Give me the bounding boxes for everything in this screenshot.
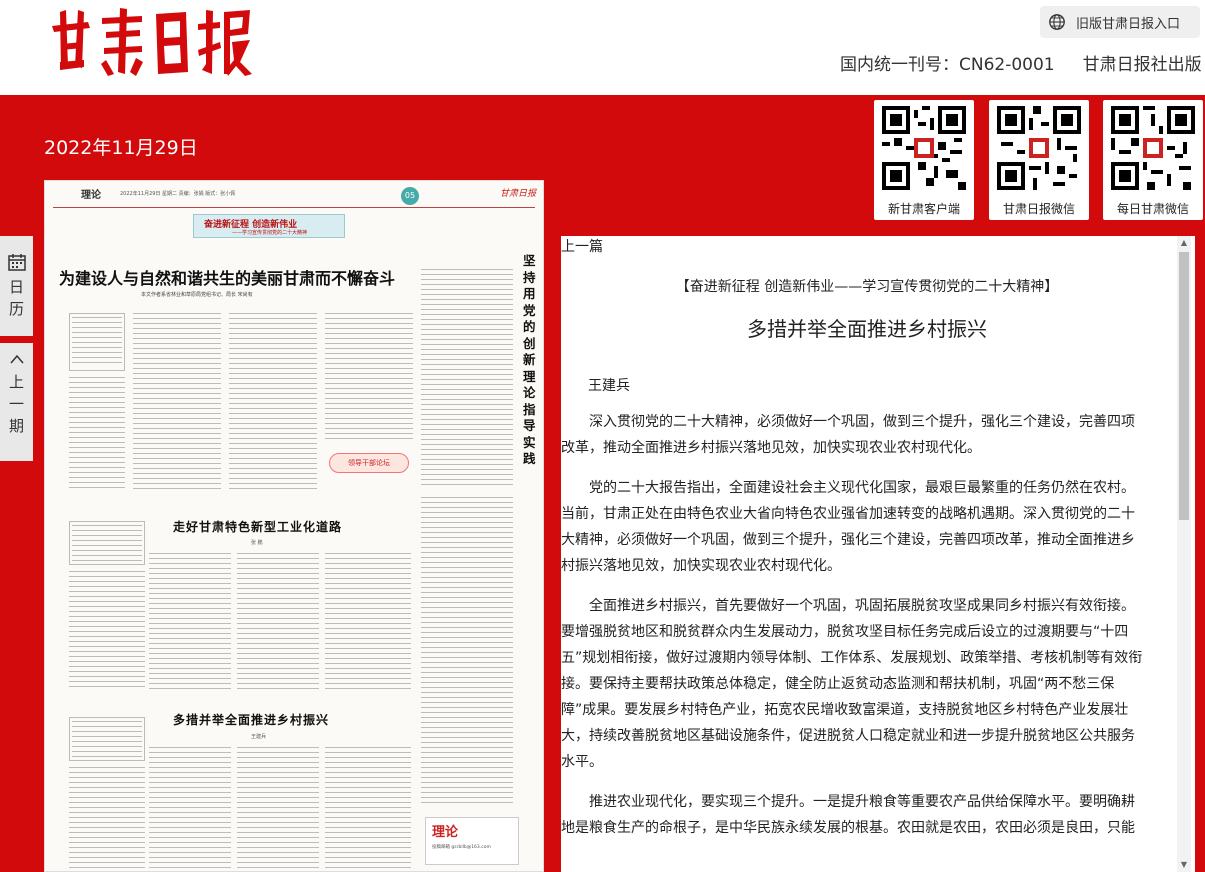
article-paragraph: 推进农业现代化，要实现三个提升。一是提升粮食等重要农产品供给保障水平。要明确耕地… — [561, 794, 1135, 836]
byline-article-3: 王建兵 — [251, 734, 267, 740]
article-panel: 上一篇 【奋进新征程 创造新伟业——学习宣传贯彻党的二十大精神】 多措并举全面推… — [561, 236, 1195, 872]
qr-caption: 甘肃日报微信 — [1002, 202, 1075, 216]
article-paragraph: 深入贯彻党的二十大精神，必须做好一个巩固，做到三个提升，强化三个建设，完善四项改… — [561, 414, 1135, 456]
byline-article-2: 张 鹏 — [251, 540, 263, 546]
text-block — [69, 767, 145, 871]
old-version-button[interactable]: 旧版甘肃日报入口 — [1040, 6, 1200, 38]
qr-code-icon — [882, 106, 966, 190]
publication-info: 国内统一刊号：CN62-0001 甘肃日报社出版 — [840, 50, 1202, 75]
qr-caption: 新甘肃客户端 — [887, 202, 960, 216]
theory-column-logo: 理论 投稿邮箱 gsrbllb@163.com — [425, 817, 519, 865]
text-block — [72, 721, 142, 757]
previous-issue-label: 上一期 — [8, 373, 24, 435]
article-scrollbar[interactable]: ▲ ▼ — [1177, 236, 1191, 872]
chevron-up-icon — [9, 354, 24, 364]
qr-code-icon — [997, 106, 1081, 190]
page-meta: 2022年11月29日 星期二 责编：张娟 版式：张小佩 — [120, 191, 236, 197]
text-block — [133, 313, 221, 489]
text-block — [421, 269, 513, 489]
old-version-label: 旧版甘肃日报入口 — [1076, 16, 1181, 32]
text-block — [325, 553, 411, 691]
article-body: 深入贯彻党的二十大精神，必须做好一个巩固，做到三个提升，强化三个建设，完善四项改… — [561, 409, 1145, 855]
header-rule — [53, 207, 535, 208]
text-block — [149, 747, 231, 871]
banner-sub: ——学习宣传贯彻党的二十大精神 — [232, 230, 308, 236]
text-block — [421, 497, 513, 807]
text-block — [237, 553, 319, 691]
theme-banner: 奋进新征程 创造新伟业 ——学习宣传贯彻党的二十大精神 — [193, 214, 345, 238]
text-block — [72, 525, 142, 561]
scroll-down-icon[interactable]: ▼ — [1177, 858, 1191, 872]
byline-article-1: 本文作者系省林业和草原局党组书记、局长 宋尚有 — [141, 292, 253, 298]
column-tag: 领导干部论坛 — [329, 453, 409, 473]
newspaper-page-image[interactable]: 理论 2022年11月29日 星期二 责编：张娟 版式：张小佩 05 甘肃日报 … — [44, 180, 544, 872]
article-paragraph: 全面推进乡村振兴，首先要做好一个巩固，巩固拓展脱贫攻坚成果同乡村振兴有效衔接。要… — [561, 598, 1143, 770]
logo-block-title: 理论 — [432, 825, 459, 840]
scroll-up-icon[interactable]: ▲ — [1177, 236, 1191, 250]
article-kicker: 【奋进新征程 创造新伟业——学习宣传贯彻党的二十大精神】 — [675, 279, 1059, 295]
headline-article-2[interactable]: 走好甘肃特色新型工业化道路 — [173, 518, 342, 535]
qr-xingansu-app[interactable]: 新甘肃客户端 — [874, 100, 974, 220]
masthead-mini: 甘肃日报 — [500, 189, 537, 199]
text-block — [325, 313, 413, 443]
text-block — [237, 747, 319, 871]
issn-text: 国内统一刊号：CN62-0001 — [840, 55, 1055, 75]
gansu-daily-logo — [52, 8, 252, 76]
text-block — [325, 747, 411, 871]
article-paragraph: 党的二十大报告指出，全面建设社会主义现代化国家，最艰巨最繁重的任务仍然在农村。当… — [561, 480, 1135, 574]
text-block — [69, 571, 145, 691]
qr-daily-gansu-wechat[interactable]: 每日甘肃微信 — [1103, 100, 1203, 220]
text-block — [69, 377, 125, 489]
article-author: 王建兵 — [588, 378, 630, 394]
calendar-tab[interactable]: 日历 — [0, 236, 33, 336]
previous-article-link[interactable]: 上一篇 — [561, 236, 603, 256]
text-block — [149, 553, 231, 691]
qr-gansu-daily-wechat[interactable]: 甘肃日报微信 — [989, 100, 1089, 220]
text-block — [72, 317, 122, 367]
previous-issue-tab[interactable]: 上一期 — [0, 343, 33, 461]
page-number: 05 — [401, 187, 419, 205]
headline-article-1[interactable]: 为建设人与自然和谐共生的美丽甘肃而不懈奋斗 — [59, 265, 395, 289]
issue-date: 2022年11月29日 — [44, 137, 198, 159]
text-block — [229, 313, 317, 489]
headline-article-3[interactable]: 多措并举全面推进乡村振兴 — [173, 711, 329, 728]
calendar-label: 日历 — [8, 278, 24, 318]
logo-block-sub: 投稿邮箱 gsrbllb@163.com — [432, 845, 491, 850]
article-title: 多措并举全面推进乡村振兴 — [747, 317, 987, 341]
vertical-headline[interactable]: 坚持用党的创新理论指导实践 — [523, 253, 537, 468]
scrollbar-thumb[interactable] — [1179, 252, 1189, 520]
publisher-text: 甘肃日报社出版 — [1082, 55, 1202, 75]
qr-caption: 每日甘肃微信 — [1116, 202, 1189, 216]
qr-code-icon — [1111, 106, 1195, 190]
calendar-icon — [7, 254, 26, 271]
globe-icon — [1049, 14, 1065, 30]
section-name: 理论 — [81, 190, 101, 201]
